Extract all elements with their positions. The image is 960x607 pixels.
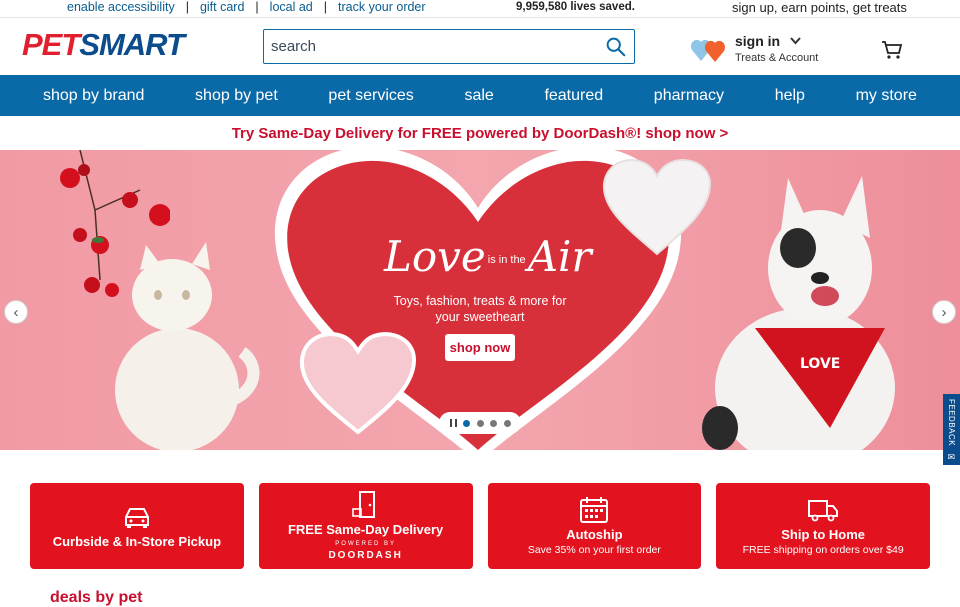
svg-text:LOVE: LOVE: [800, 356, 840, 372]
same-day-delivery-card[interactable]: FREE Same-Day Delivery POWERED BY DOORDA…: [258, 483, 473, 569]
truck-icon: [808, 500, 839, 522]
gift-card-link[interactable]: gift card: [200, 0, 244, 14]
hero-carousel: LOVE Love is in theAir Toys, fashion, tre…: [0, 150, 960, 450]
nav-shop-by-pet[interactable]: shop by pet: [195, 87, 278, 105]
search-icon[interactable]: [605, 36, 626, 57]
doordash-logo: DOORDASH: [328, 550, 403, 561]
ship-to-home-card[interactable]: Ship to Home FREE shipping on orders ove…: [716, 483, 930, 569]
cart-icon[interactable]: [881, 40, 903, 60]
signup-link[interactable]: sign up, earn points, get treats: [732, 0, 907, 15]
promo-banner[interactable]: Try Same-Day Delivery for FREE powered b…: [0, 116, 960, 150]
chevron-left-icon: ‹: [13, 303, 19, 321]
main-nav: shop by brand shop by pet pet services s…: [0, 75, 960, 116]
petsmart-logo[interactable]: PETSMART: [22, 27, 185, 62]
dog-with-bandana-image: LOVE: [702, 176, 895, 450]
nav-pet-services[interactable]: pet services: [328, 87, 413, 105]
utility-links: enable accessibility | gift card | local…: [67, 0, 426, 14]
site-header: PETSMART sign in Treats & Account: [0, 17, 960, 75]
treats-hearts-icon: [691, 39, 726, 62]
hero-shop-now-button[interactable]: shop now: [445, 334, 515, 361]
door-icon: [351, 491, 375, 518]
signin-label: sign in: [735, 33, 781, 49]
nav-featured[interactable]: featured: [544, 87, 603, 105]
carousel-prev-button[interactable]: ‹: [4, 300, 28, 324]
carousel-dot[interactable]: [463, 419, 470, 427]
nav-help[interactable]: help: [775, 87, 805, 105]
logo-pet: PET: [22, 27, 80, 62]
feedback-icon: ✉: [947, 452, 956, 463]
hero-is-in-the: is in the: [487, 253, 526, 266]
curbside-pickup-card[interactable]: Curbside & In-Store Pickup: [30, 483, 244, 569]
car-icon: [124, 508, 149, 528]
separator: |: [255, 0, 259, 14]
carousel-dot[interactable]: [503, 419, 511, 427]
nav-sale[interactable]: sale: [464, 87, 493, 105]
nav-pharmacy[interactable]: pharmacy: [654, 87, 724, 105]
nav-my-store[interactable]: my store: [856, 87, 917, 105]
white-cat-image: [115, 242, 260, 450]
powered-by-label: POWERED BY: [335, 541, 396, 547]
card-title: Curbside & In-Store Pickup: [52, 534, 222, 549]
utility-bar: enable accessibility | gift card | local…: [0, 0, 960, 17]
calendar-icon: [580, 497, 609, 523]
feedback-tab[interactable]: FEEDBACK ✉: [943, 394, 960, 465]
signin-button[interactable]: sign in: [735, 33, 801, 49]
separator: |: [185, 0, 189, 14]
card-subtitle: Save 35% on your first order: [527, 544, 661, 556]
search-input[interactable]: [264, 38, 594, 55]
logo-smart: SMART: [79, 27, 185, 62]
lives-saved-counter: 9,959,580 lives saved.: [516, 1, 635, 13]
chevron-down-icon: [790, 37, 801, 45]
carousel-next-button[interactable]: ›: [932, 300, 956, 324]
card-title: Autoship: [566, 527, 623, 542]
card-subtitle: FREE shipping on orders over $49: [742, 544, 904, 556]
pause-icon[interactable]: [449, 419, 457, 427]
card-title: Ship to Home: [781, 527, 866, 542]
hero-air: Air: [527, 232, 592, 281]
nav-shop-by-brand[interactable]: shop by brand: [43, 87, 144, 105]
promo-text: Try Same-Day Delivery for FREE powered b…: [231, 124, 729, 142]
service-cards: Curbside & In-Store Pickup FREE Same-Day…: [30, 483, 930, 569]
chevron-right-icon: ›: [941, 303, 947, 321]
carousel-dot[interactable]: [476, 419, 484, 427]
carousel-controls: [439, 412, 521, 434]
search-box: [263, 29, 635, 64]
hero-headline: Love is in theAir: [384, 236, 592, 278]
enable-accessibility-link[interactable]: enable accessibility: [67, 0, 175, 14]
separator: |: [323, 0, 328, 14]
treats-account-label: Treats & Account: [735, 52, 819, 64]
hero-love: Love: [384, 232, 486, 281]
hero-subtitle: Toys, fashion, treats & more for your sw…: [393, 294, 567, 324]
carousel-dot[interactable]: [490, 419, 497, 427]
local-ad-link[interactable]: local ad: [270, 0, 313, 14]
pink-heart-image: [299, 332, 417, 435]
card-title: FREE Same-Day Delivery: [287, 522, 444, 537]
autoship-card[interactable]: Autoship Save 35% on your first order: [487, 483, 702, 569]
deals-by-pet-heading: deals by pet: [50, 589, 143, 606]
feedback-label: FEEDBACK: [947, 399, 956, 447]
track-order-link[interactable]: track your order: [338, 0, 426, 14]
